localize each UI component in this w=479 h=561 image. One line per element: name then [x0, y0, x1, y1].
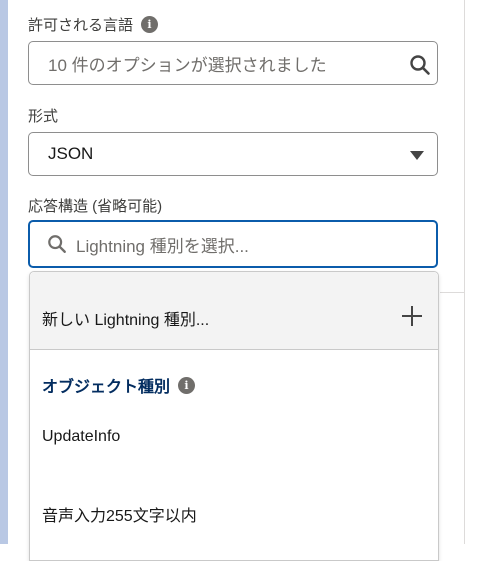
- chevron-down-icon[interactable]: [410, 151, 424, 160]
- response-structure-label-row: 応答構造 (省略可能): [28, 195, 162, 216]
- object-type-group-header: オブジェクト種別 i: [42, 373, 196, 397]
- response-structure-label: 応答構造 (省略可能): [28, 198, 163, 215]
- plus-icon[interactable]: [402, 306, 422, 326]
- search-icon[interactable]: [409, 54, 431, 76]
- list-item[interactable]: 音声入力255文字以内: [42, 502, 197, 526]
- allowed-languages-label: 許可される言語: [28, 17, 134, 34]
- format-label-row: 形式: [28, 105, 58, 126]
- left-accent-bar: [0, 0, 8, 544]
- search-icon: [48, 235, 66, 253]
- allowed-languages-value: 10 件のオプションが選択されました: [48, 55, 327, 75]
- format-value: JSON: [48, 144, 94, 163]
- format-select[interactable]: JSON: [28, 132, 438, 176]
- lightning-type-dropdown: 新しい Lightning 種別... オブジェクト種別 i UpdateInf…: [29, 271, 439, 561]
- list-item[interactable]: UpdateInfo: [42, 428, 120, 446]
- section-divider: [440, 292, 464, 293]
- object-type-group-label: オブジェクト種別: [42, 379, 171, 396]
- new-lightning-type-option[interactable]: 新しい Lightning 種別...: [30, 272, 438, 350]
- allowed-languages-field[interactable]: 10 件のオプションが選択されました: [28, 41, 438, 85]
- allowed-languages-label-row: 許可される言語 i: [28, 14, 159, 35]
- new-lightning-type-label: 新しい Lightning 種別...: [42, 312, 210, 329]
- info-icon[interactable]: i: [178, 376, 196, 394]
- format-label: 形式: [28, 108, 59, 125]
- response-structure-combobox[interactable]: Lightning 種別を選択...: [28, 220, 438, 268]
- info-icon[interactable]: i: [141, 16, 159, 33]
- panel-divider: [464, 0, 465, 544]
